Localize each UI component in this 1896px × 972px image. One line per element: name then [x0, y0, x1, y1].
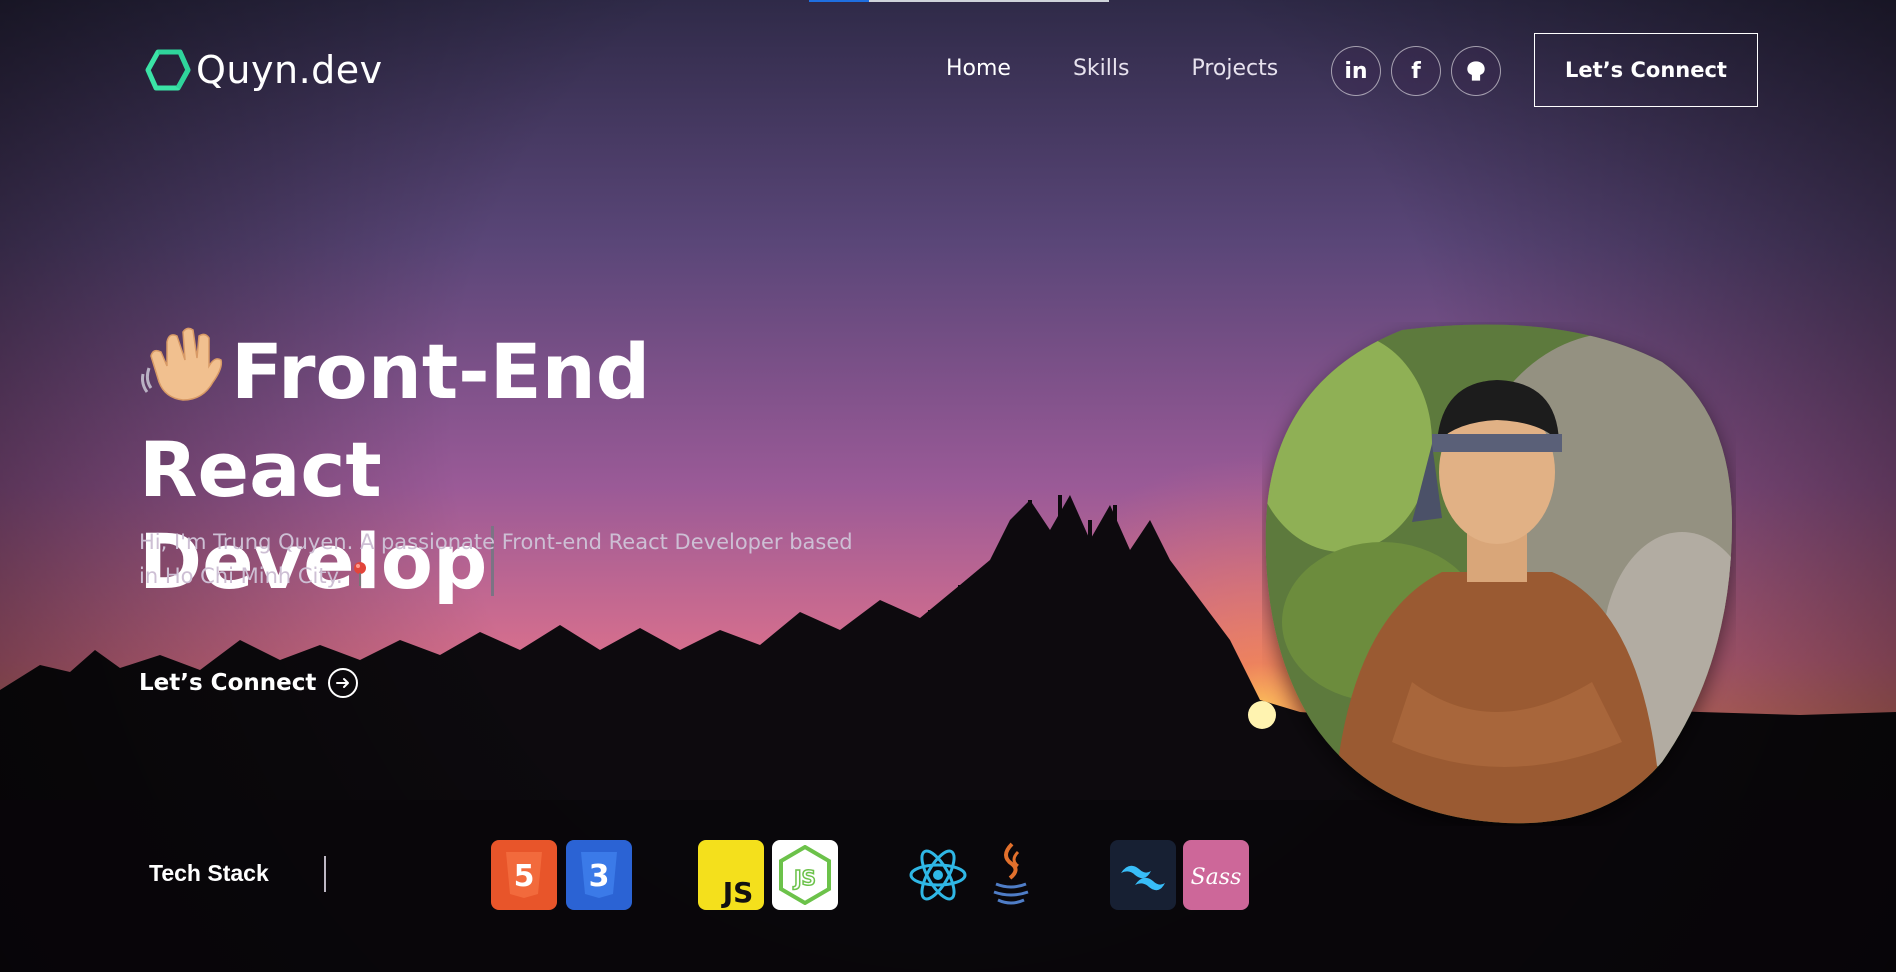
linkedin-button[interactable]: in	[1331, 46, 1381, 96]
logo-hexagon-icon	[145, 49, 191, 91]
svg-text:3: 3	[589, 859, 610, 894]
profile-photo	[1265, 324, 1732, 824]
nav-link-skills[interactable]: Skills	[1073, 56, 1130, 81]
waving-hand-icon	[139, 322, 227, 424]
social-links: in f	[1331, 46, 1501, 96]
tech-stack-divider	[324, 856, 326, 892]
top-progress-bar	[809, 0, 1109, 2]
hero-connect-label: Let’s Connect	[139, 670, 317, 696]
logo[interactable]: Quyn.dev	[144, 46, 383, 94]
nav-link-projects[interactable]: Projects	[1191, 56, 1278, 81]
svg-text:JS: JS	[721, 876, 754, 909]
tech-stack-label: Tech Stack	[149, 860, 269, 886]
sass-icon: Sass	[1183, 840, 1249, 910]
github-button[interactable]	[1451, 46, 1501, 96]
arrow-right-circle-icon	[328, 668, 359, 698]
facebook-button[interactable]: f	[1391, 46, 1441, 96]
nodejs-icon: JS	[772, 840, 838, 910]
tailwind-icon	[1110, 840, 1176, 910]
nav-menu: Home Skills Projects	[946, 56, 1340, 81]
svg-text:5: 5	[514, 859, 535, 894]
hero-connect-cta[interactable]: Let’s Connect	[139, 668, 359, 698]
react-icon	[905, 840, 971, 910]
hero-subtitle-text: Hi, I'm Trung Quyen. A passionate Front-…	[139, 530, 853, 588]
css3-icon: 3	[566, 840, 632, 910]
location-pin-icon	[353, 561, 367, 597]
facebook-icon: f	[1411, 58, 1421, 84]
svg-text:Sass: Sass	[1191, 865, 1242, 890]
github-icon	[1467, 61, 1485, 81]
hero-subtitle: Hi, I'm Trung Quyen. A passionate Front-…	[139, 525, 859, 597]
logo-text: Quyn.dev	[196, 48, 383, 92]
java-icon	[978, 840, 1044, 910]
nav-connect-button[interactable]: Let’s Connect	[1534, 33, 1758, 107]
nav-link-home[interactable]: Home	[946, 56, 1011, 81]
javascript-icon: JS	[698, 840, 764, 910]
linkedin-icon: in	[1344, 58, 1368, 84]
svg-text:JS: JS	[792, 866, 816, 890]
html5-icon: 5	[491, 840, 557, 910]
